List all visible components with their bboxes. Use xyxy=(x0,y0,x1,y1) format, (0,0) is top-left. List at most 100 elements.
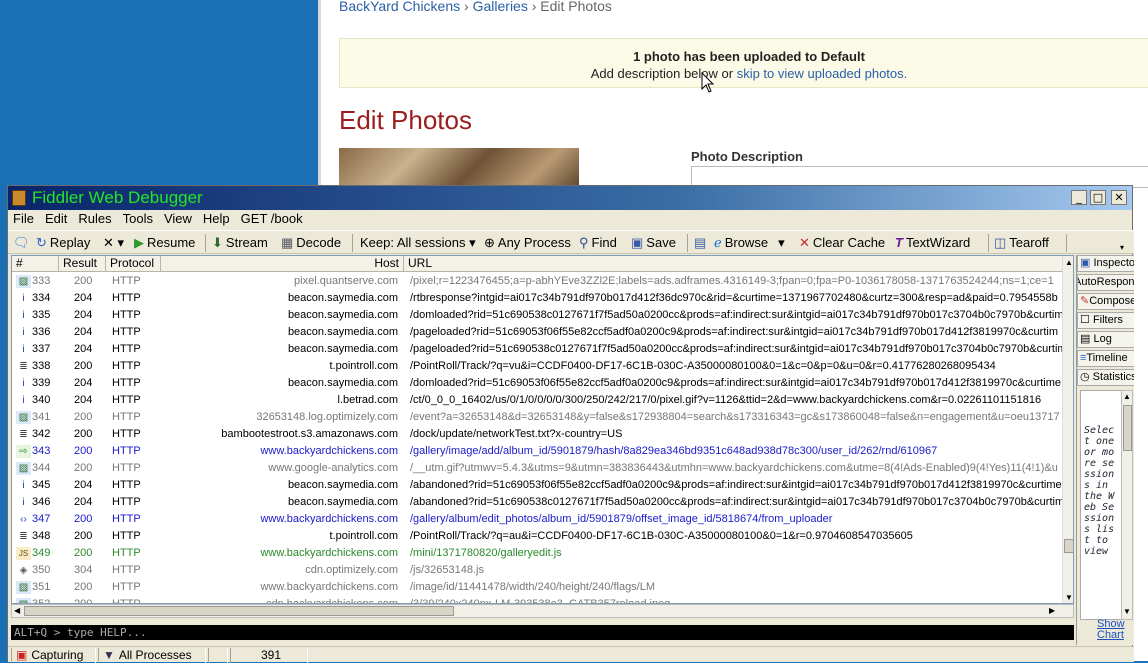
session-type-doc-icon: ≣ xyxy=(16,428,31,441)
minimize-button[interactable]: _ xyxy=(1071,190,1087,205)
session-row[interactable]: ≣ 338 200 HTTP t.pointroll.com/PointRoll/Tra… xyxy=(12,358,1062,375)
session-host: t.pointroll.com xyxy=(329,360,398,372)
session-row[interactable]: ‹› 347 200 HTTP www.backyardchickens.com/gal… xyxy=(12,511,1062,528)
tab-filters[interactable]: ☐ Filters xyxy=(1077,312,1134,329)
menu-view[interactable]: View xyxy=(159,210,198,226)
log-icon: ▤ xyxy=(1080,333,1091,345)
scroll-down-icon[interactable]: ▼ xyxy=(1123,607,1131,616)
column-header-protocol[interactable]: Protocol xyxy=(106,256,161,272)
column-header-url[interactable]: URL xyxy=(404,256,1062,272)
session-row[interactable]: i 339 204 HTTP beacon.saymedia.com/domloaded… xyxy=(12,375,1062,392)
session-host: www.backyardchickens.com xyxy=(260,547,398,559)
session-row[interactable]: ▨ 333 200 HTTP pixel.quantserve.com/pixel;r=… xyxy=(12,273,1062,290)
toolbar-overflow-icon[interactable]: ▾ xyxy=(1120,243,1124,252)
sessions-header: # Result Protocol Host URL xyxy=(12,256,1062,272)
session-row[interactable]: ▨352200HTTPcdn.backyardchickens.com/3/39… xyxy=(12,596,1062,604)
session-row[interactable]: ≣ 348 200 HTTP t.pointroll.com/PointRoll/Tra… xyxy=(12,528,1062,545)
quickexec-input[interactable]: ALT+Q > type HELP... xyxy=(11,625,1074,640)
tab-composer-label: Composer xyxy=(1089,295,1134,307)
session-type-doc-icon: ≣ xyxy=(16,530,31,543)
skip-to-uploaded-link[interactable]: skip to view uploaded photos. xyxy=(737,66,908,81)
session-protocol: HTTP xyxy=(112,564,141,576)
session-row[interactable]: ⇨ 343 200 HTTP www.backyardchickens.com/gall… xyxy=(12,443,1062,460)
session-row[interactable]: JS 349 200 HTTP www.backyardchickens.com/min… xyxy=(12,545,1062,562)
menu-file[interactable]: File xyxy=(8,210,40,226)
scroll-thumb[interactable] xyxy=(1064,539,1073,553)
session-host: beacon.saymedia.com xyxy=(287,496,398,508)
menu-help[interactable]: Help xyxy=(198,210,236,226)
find-button[interactable]: ⚲ Find xyxy=(579,235,617,251)
any-process-button[interactable]: ⊕ Any Process xyxy=(484,235,571,251)
decode-button[interactable]: ▦ Decode xyxy=(281,235,341,251)
session-row[interactable]: ▨ 341 200 HTTP 32653148.log.optimizely.com/e… xyxy=(12,409,1062,426)
keep-sessions-label: Keep: All sessions ▾ xyxy=(360,235,476,250)
tab-timeline[interactable]: ≡Timeline xyxy=(1077,350,1134,367)
session-type-info-icon: i xyxy=(16,292,31,305)
breadcrumb-link-galleries[interactable]: Galleries xyxy=(473,0,528,14)
breadcrumb-link-home[interactable]: BackYard Chickens xyxy=(339,0,460,14)
save-button[interactable]: ▣ Save xyxy=(631,235,676,251)
tab-autoresponder[interactable]: AutoResponder xyxy=(1077,274,1134,291)
session-row[interactable]: i 335 204 HTTP beacon.saymedia.com/domloaded… xyxy=(12,307,1062,324)
session-result: 200 xyxy=(74,462,93,474)
maximize-button[interactable]: □ xyxy=(1090,190,1106,205)
clear-cache-button[interactable]: ✕ Clear Cache xyxy=(799,235,885,251)
tab-inspectors[interactable]: ▣ Inspectors xyxy=(1077,255,1134,272)
statistics-scrollbar[interactable]: ▲ ▼ xyxy=(1121,390,1133,620)
scroll-thumb[interactable] xyxy=(1123,405,1132,451)
sessions-horizontal-scrollbar[interactable]: ◀ ▶ xyxy=(11,604,1074,618)
tab-statistics[interactable]: ◷ Statistics xyxy=(1077,369,1134,386)
tab-composer[interactable]: ✎Composer xyxy=(1077,293,1134,310)
textwizard-button[interactable]: T TextWizard xyxy=(895,235,970,250)
screenshot-button[interactable]: ▤ xyxy=(694,235,709,251)
browse-button[interactable]: ℯ Browse ▾ xyxy=(714,235,785,251)
stream-button[interactable]: ⬇ Stream xyxy=(212,235,268,251)
scroll-down-icon[interactable]: ▼ xyxy=(1065,593,1073,602)
session-row[interactable]: ◈ 350 304 HTTP cdn.optimizely.com/js/3265314… xyxy=(12,562,1062,579)
title-bar[interactable]: Fiddler Web Debugger _ □ ✕ xyxy=(8,186,1132,210)
decode-label: Decode xyxy=(296,235,342,250)
resume-label: Resume xyxy=(147,235,196,250)
scroll-right-icon[interactable]: ▶ xyxy=(1049,606,1055,615)
session-row[interactable]: i 340 204 HTTP l.betrad.com/ct/0_0_0_16402/u… xyxy=(12,392,1062,409)
session-row[interactable]: i 334 204 HTTP beacon.saymedia.com/rtbrespon… xyxy=(12,290,1062,307)
session-protocol: HTTP xyxy=(112,343,141,355)
hscroll-thumb[interactable] xyxy=(24,606,454,616)
session-type-js-icon: JS xyxy=(16,547,31,560)
scroll-up-icon[interactable]: ▲ xyxy=(1123,392,1131,401)
close-button[interactable]: ✕ xyxy=(1111,190,1127,205)
column-header-id[interactable]: # xyxy=(12,256,59,272)
menu-edit[interactable]: Edit xyxy=(40,210,73,226)
tearoff-button[interactable]: ◫ Tearoff xyxy=(994,235,1049,251)
session-row[interactable]: ≣ 342 200 HTTP bambootestroot.s3.amazonaws.c… xyxy=(12,426,1062,443)
session-row[interactable]: i 345 204 HTTP beacon.saymedia.com/abandoned… xyxy=(12,477,1062,494)
session-row[interactable]: i 337 204 HTTP beacon.saymedia.com/pageloade… xyxy=(12,341,1062,358)
remove-button[interactable]: ✕ ▾ xyxy=(103,235,124,251)
tab-filters-label: Filters xyxy=(1092,314,1123,326)
column-header-result[interactable]: Result xyxy=(59,256,106,272)
tab-log[interactable]: ▤ Log xyxy=(1077,331,1134,348)
menu-tools[interactable]: Tools xyxy=(118,210,159,226)
menu-rules[interactable]: Rules xyxy=(73,210,117,226)
session-type-img-icon: ▨ xyxy=(16,581,31,594)
keep-sessions-dropdown[interactable]: Keep: All sessions ▾ xyxy=(360,235,476,251)
sessions-vertical-scrollbar[interactable]: ▲ ▼ xyxy=(1062,256,1073,603)
scroll-left-icon[interactable]: ◀ xyxy=(14,606,20,615)
comment-button[interactable]: 🗨 xyxy=(13,235,33,251)
replay-button[interactable]: ↻ Replay xyxy=(36,235,90,251)
column-header-host[interactable]: Host xyxy=(161,256,404,272)
web-sessions-list[interactable]: # Result Protocol Host URL ▨ 333 200 HTTP pi… xyxy=(11,255,1074,604)
show-chart-link[interactable]: Show Chart xyxy=(1097,619,1134,641)
session-id: 340 xyxy=(32,394,51,406)
session-protocol: HTTP xyxy=(112,513,141,525)
resume-button[interactable]: ▶ Resume xyxy=(134,235,195,251)
session-row[interactable]: i 346 204 HTTP beacon.saymedia.com/abandoned… xyxy=(12,494,1062,511)
session-row[interactable]: i 336 204 HTTP beacon.saymedia.com/pageloade… xyxy=(12,324,1062,341)
scroll-up-icon[interactable]: ▲ xyxy=(1065,258,1073,267)
session-url: /3/39/240x240px-LM-393538e3_CATB357reloa… xyxy=(410,598,671,604)
menu-get-book[interactable]: GET /book xyxy=(236,210,309,226)
session-row[interactable]: ▨ 351 200 HTTP www.backyardchickens.com/imag… xyxy=(12,579,1062,596)
session-row[interactable]: ▨ 344 200 HTTP www.google-analytics.com /__ut… xyxy=(12,460,1062,477)
session-id: 351 xyxy=(32,581,51,593)
session-protocol: HTTP xyxy=(112,428,141,440)
